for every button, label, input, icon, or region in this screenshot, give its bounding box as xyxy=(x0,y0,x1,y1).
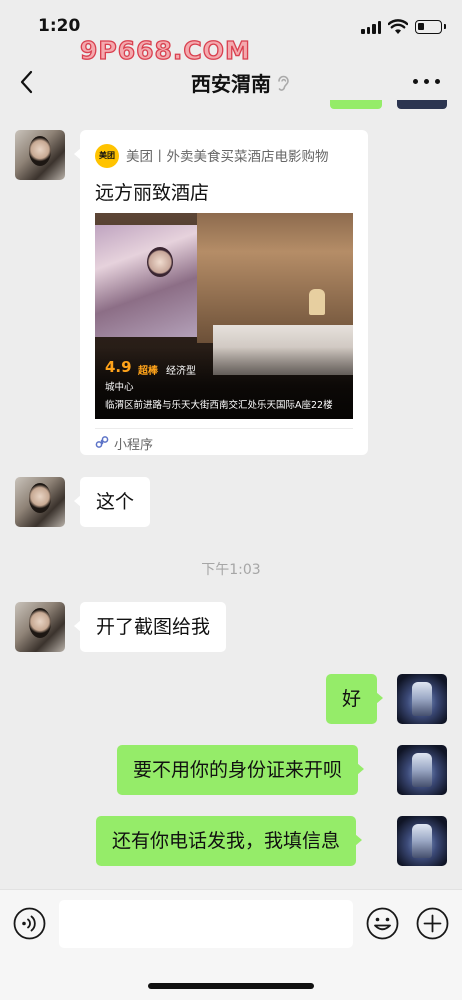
mini-program-label: 小程序 xyxy=(114,438,154,453)
emoji-icon[interactable] xyxy=(366,907,399,940)
chat-header: 西安渭南 xyxy=(0,54,462,110)
hotel-type: 经济型 xyxy=(166,366,196,377)
voice-icon[interactable] xyxy=(13,907,46,940)
ear-icon xyxy=(278,75,289,91)
hotel-address: 临渭区前进路与乐天大街西南交汇处乐天国际A座22楼 xyxy=(105,400,333,411)
chat-title[interactable]: 西安渭南 xyxy=(0,68,462,97)
my-avatar[interactable] xyxy=(397,745,447,795)
my-avatar[interactable] xyxy=(397,674,447,724)
wifi-icon xyxy=(388,19,408,34)
message-input[interactable] xyxy=(59,900,353,948)
signal-icon xyxy=(361,21,381,34)
contact-avatar[interactable] xyxy=(15,477,65,527)
plus-icon[interactable] xyxy=(416,907,449,940)
previous-outgoing-bubble xyxy=(330,100,382,109)
mini-program-card[interactable]: 美团 美团丨外卖美食买菜酒店电影购物 远方丽致酒店 4.9 超棒 经济型 城中心… xyxy=(74,130,368,455)
card-title: 远方丽致酒店 xyxy=(95,182,210,204)
battery-icon xyxy=(415,20,446,34)
more-icon[interactable] xyxy=(413,78,441,86)
mini-program-icon xyxy=(95,436,109,448)
incoming-message[interactable]: 开了截图给我 xyxy=(73,602,227,652)
outgoing-message[interactable]: 要不用你的身份证来开呗 xyxy=(117,745,365,795)
hotel-district: 城中心 xyxy=(105,382,134,393)
my-avatar[interactable] xyxy=(397,816,447,866)
incoming-message[interactable]: 这个 xyxy=(73,477,151,527)
outgoing-message[interactable]: 还有你电话发我，我填信息 xyxy=(96,816,363,866)
hotel-rating: 4.9 xyxy=(105,358,132,376)
previous-avatar xyxy=(397,100,447,109)
card-source: 美团丨外卖美食买菜酒店电影购物 xyxy=(126,149,329,165)
contact-avatar[interactable] xyxy=(15,130,65,180)
meituan-logo: 美团 xyxy=(95,144,119,168)
time-divider: 下午1:03 xyxy=(201,562,261,578)
card-divider xyxy=(95,428,353,429)
hotel-room-image: 4.9 超棒 经济型 城中心 临渭区前进路与乐天大街西南交汇处乐天国际A座22楼 xyxy=(95,213,353,419)
rating-badge: 超棒 xyxy=(138,366,158,377)
outgoing-message[interactable]: 好 xyxy=(326,674,384,724)
contact-avatar[interactable] xyxy=(15,602,65,652)
status-time: 1:20 xyxy=(38,16,81,36)
home-indicator xyxy=(148,983,314,989)
